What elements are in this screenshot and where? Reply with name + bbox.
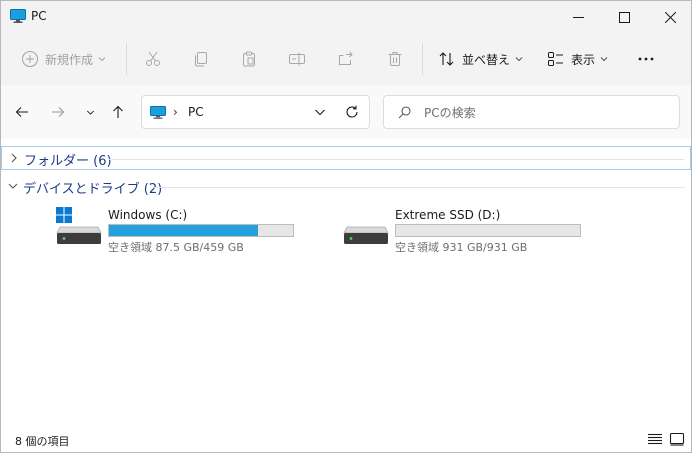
file-list: フォルダー (6) デバイスとドライブ (2) Windows (C:) 空き領… bbox=[1, 139, 691, 426]
group-label: フォルダー (6) bbox=[24, 154, 112, 169]
paste-button[interactable] bbox=[240, 47, 258, 71]
maximize-button[interactable] bbox=[601, 1, 647, 33]
copy-button[interactable] bbox=[192, 47, 210, 71]
recent-icon bbox=[86, 110, 94, 115]
tiles-view-icon[interactable] bbox=[669, 432, 685, 446]
drive-free-space: 空き領域 87.5 GB/459 GB bbox=[108, 241, 244, 254]
chevron-down-icon bbox=[98, 57, 106, 62]
chevron-down-icon bbox=[515, 57, 523, 62]
search-icon bbox=[398, 106, 411, 119]
delete-icon bbox=[388, 52, 402, 66]
explorer-window: PC 新規作成 並べ替え 表示 › PC PCの検索 フォルダー (6) デバイ… bbox=[0, 0, 692, 453]
item-count: 8 個の項目 bbox=[15, 435, 70, 448]
drive-usage-bar bbox=[395, 224, 581, 237]
sort-icon bbox=[439, 52, 454, 66]
new-icon bbox=[21, 50, 39, 68]
share-icon bbox=[339, 51, 353, 65]
up-icon bbox=[113, 105, 123, 118]
details-view-icon[interactable] bbox=[647, 432, 663, 446]
cut-button[interactable] bbox=[144, 47, 162, 71]
address-bar[interactable]: › PC bbox=[141, 95, 370, 129]
delete-button[interactable] bbox=[386, 47, 404, 71]
rename-button[interactable] bbox=[288, 47, 306, 71]
view-label: 表示 bbox=[571, 52, 596, 67]
search-box[interactable] bbox=[383, 95, 680, 129]
command-bar: 新規作成 並べ替え 表示 bbox=[1, 33, 691, 85]
chevron-down-icon bbox=[8, 183, 18, 189]
minimize-button[interactable] bbox=[555, 1, 601, 33]
pc-icon bbox=[150, 106, 166, 119]
chevron-down-icon bbox=[600, 57, 608, 62]
recent-locations-button[interactable] bbox=[80, 102, 100, 122]
more-icon bbox=[638, 57, 654, 61]
group-folders[interactable]: フォルダー (6) bbox=[1, 146, 691, 170]
window-title: PC bbox=[31, 9, 47, 23]
navigation-bar: › PC bbox=[1, 85, 691, 139]
close-button[interactable] bbox=[647, 1, 692, 33]
new-label: 新規作成 bbox=[45, 52, 94, 67]
refresh-icon[interactable] bbox=[345, 105, 359, 119]
up-button[interactable] bbox=[108, 102, 128, 122]
forward-button[interactable] bbox=[48, 102, 68, 122]
group-divider bbox=[108, 159, 684, 160]
drive-usage-bar bbox=[108, 224, 294, 237]
maximize-icon bbox=[618, 11, 630, 23]
drive-name: Windows (C:) bbox=[108, 208, 188, 222]
new-button[interactable]: 新規作成 bbox=[21, 47, 106, 71]
drive-free-space: 空き領域 931 GB/931 GB bbox=[395, 241, 528, 254]
drive-icon bbox=[56, 207, 102, 244]
minimize-icon bbox=[572, 16, 584, 18]
breadcrumb-separator: › bbox=[173, 105, 178, 119]
chevron-down-icon[interactable] bbox=[314, 106, 326, 118]
group-label: デバイスとドライブ (2) bbox=[23, 182, 163, 197]
forward-icon bbox=[52, 107, 65, 117]
drive-item[interactable]: Extreme SSD (D:) 空き領域 931 GB/931 GB bbox=[343, 207, 588, 254]
drive-name: Extreme SSD (D:) bbox=[395, 208, 501, 222]
view-button[interactable]: 表示 bbox=[547, 47, 608, 71]
paste-icon bbox=[243, 51, 255, 67]
view-icon bbox=[548, 52, 563, 66]
toolbar-divider bbox=[126, 43, 127, 75]
drive-icon bbox=[343, 226, 389, 244]
pc-icon bbox=[10, 9, 26, 23]
copy-icon bbox=[195, 52, 207, 67]
group-devices[interactable]: デバイスとドライブ (2) bbox=[1, 175, 691, 199]
status-bar: 8 個の項目 bbox=[1, 426, 691, 452]
toolbar-divider bbox=[422, 43, 423, 75]
sort-button[interactable]: 並べ替え bbox=[438, 47, 523, 71]
chevron-right-icon bbox=[11, 153, 17, 163]
share-button[interactable] bbox=[337, 47, 355, 71]
group-divider bbox=[154, 187, 685, 188]
breadcrumb-pc[interactable]: PC bbox=[188, 105, 204, 119]
close-icon bbox=[664, 11, 676, 23]
cut-icon bbox=[146, 51, 160, 66]
drive-usage-fill bbox=[109, 225, 259, 236]
back-icon bbox=[15, 107, 28, 117]
sort-label: 並べ替え bbox=[462, 52, 511, 67]
more-options-button[interactable] bbox=[637, 47, 655, 71]
rename-icon bbox=[289, 52, 305, 66]
search-input[interactable] bbox=[424, 104, 664, 122]
drive-item[interactable]: Windows (C:) 空き領域 87.5 GB/459 GB bbox=[56, 207, 301, 254]
title-bar: PC bbox=[1, 1, 691, 33]
back-button[interactable] bbox=[12, 102, 32, 122]
